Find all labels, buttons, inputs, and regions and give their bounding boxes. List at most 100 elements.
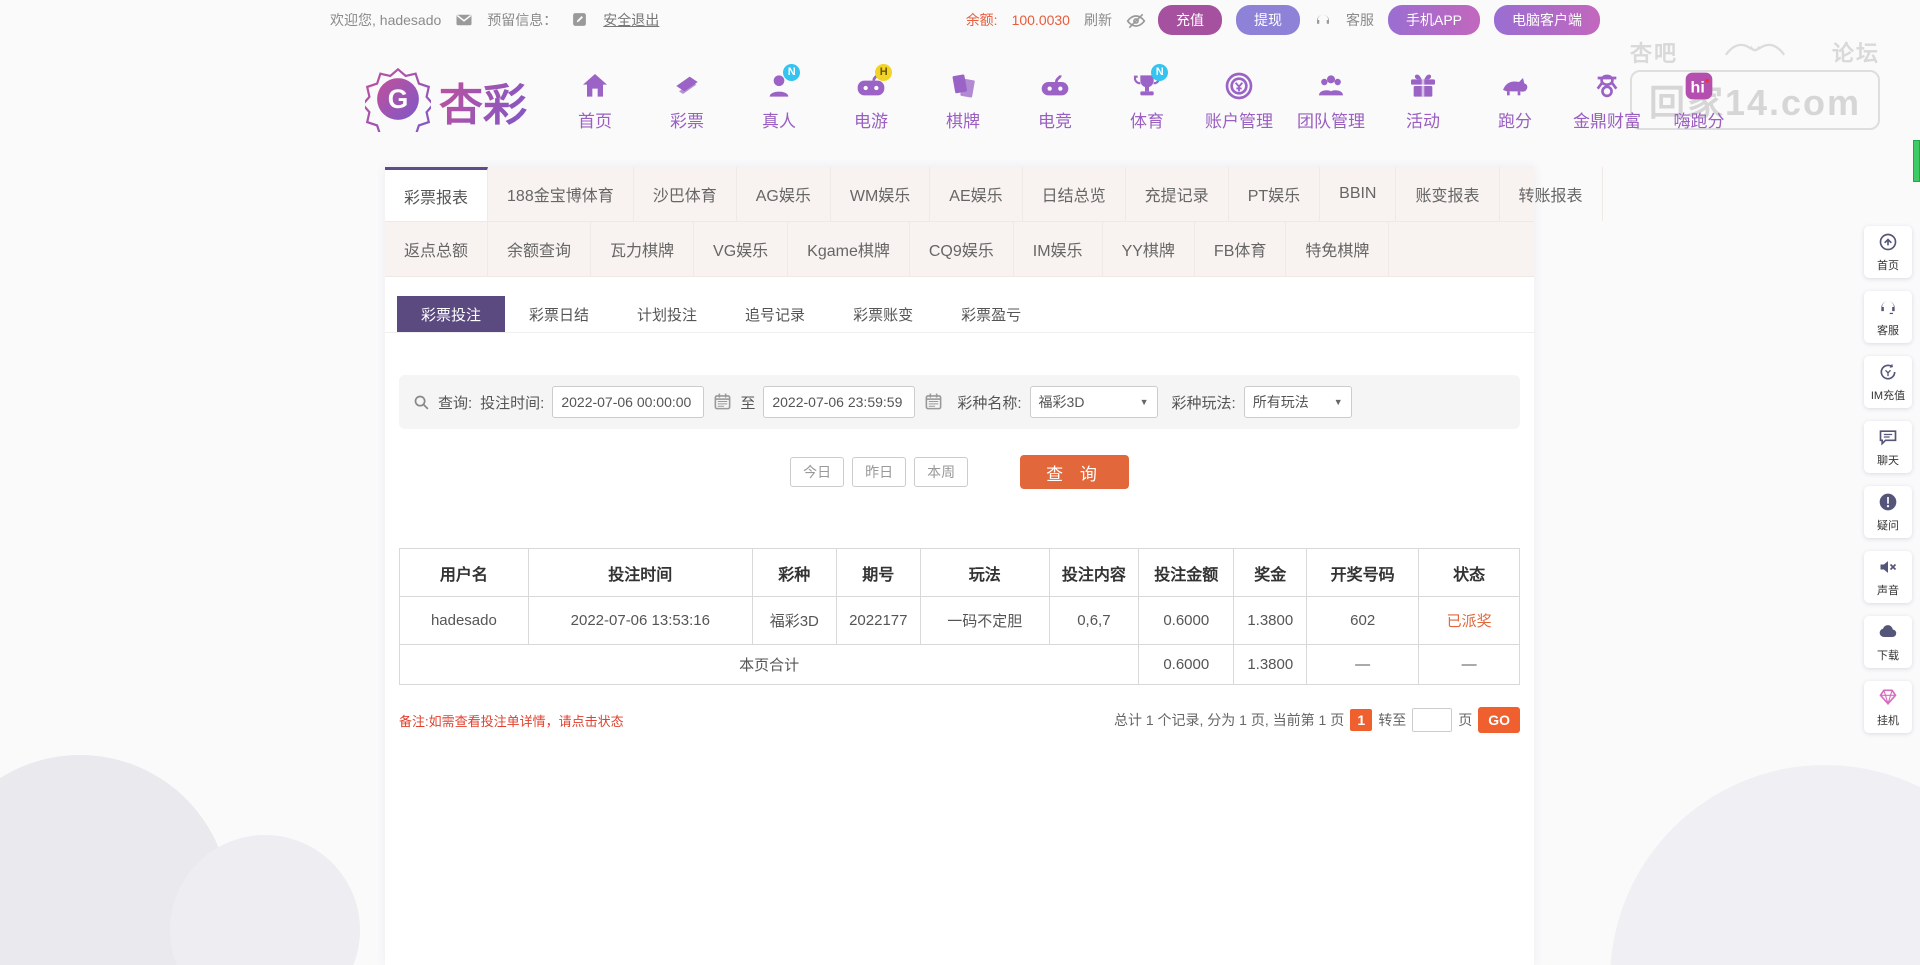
tab-188bet-sports[interactable]: 188金宝博体育 xyxy=(488,167,634,221)
balance-label: 余额: xyxy=(965,12,998,28)
subtab-plan-bets[interactable]: 计划投注 xyxy=(613,296,721,332)
float-item-question[interactable]: 疑问 xyxy=(1864,486,1912,538)
nav-item-team[interactable]: 团队管理 xyxy=(1289,70,1373,132)
nav-item-esports[interactable]: 电竞 xyxy=(1013,70,1097,132)
arrow-up-circle-icon xyxy=(1878,233,1898,256)
cell-bet-time: 2022-07-06 13:53:16 xyxy=(527,596,753,645)
goto-label: 转至 xyxy=(1378,712,1407,728)
float-item-home[interactable]: 首页 xyxy=(1864,226,1912,278)
chevron-down-icon: ▼ xyxy=(1139,397,1149,407)
col-bet-content: 投注内容 xyxy=(1048,548,1140,597)
eye-off-icon[interactable] xyxy=(1126,11,1146,29)
goto-page-input[interactable] xyxy=(1412,708,1453,732)
pagination: 总计 1 个记录, 分为 1 页, 当前第 1 页 1 转至 页 GO xyxy=(1114,707,1520,733)
tab-temian-boardgames[interactable]: 特免棋牌 xyxy=(1286,222,1390,276)
mobile-app-button[interactable]: 手机APP xyxy=(1387,5,1480,35)
scroll-indicator[interactable] xyxy=(1913,140,1920,182)
summary-bet-total: 0.6000 xyxy=(1138,644,1235,685)
tab-balance-query[interactable]: 余额查询 xyxy=(488,222,592,276)
nav-item-lottery[interactable]: 彩票 xyxy=(645,70,729,132)
query-button[interactable]: 查 询 xyxy=(1020,455,1129,489)
float-item-hangup[interactable]: 挂机 xyxy=(1864,681,1912,733)
nav-label: 跑分 xyxy=(1498,112,1532,131)
tab-yy-boardgames[interactable]: YY棋牌 xyxy=(1103,222,1195,276)
float-item-chat[interactable]: 聊天 xyxy=(1864,421,1912,473)
pc-client-button[interactable]: 电脑客户端 xyxy=(1494,5,1600,35)
subtab-lottery-profit-loss[interactable]: 彩票盈亏 xyxy=(937,296,1045,332)
subtab-lottery-daily[interactable]: 彩票日结 xyxy=(505,296,613,332)
nav-label: 账户管理 xyxy=(1205,112,1273,131)
calendar-icon[interactable] xyxy=(923,392,943,412)
recharge-button[interactable]: 充值 xyxy=(1157,5,1222,35)
edit-pencil-icon[interactable] xyxy=(571,11,589,29)
yesterday-button[interactable]: 昨日 xyxy=(852,457,907,487)
tab-bbin[interactable]: BBIN xyxy=(1320,167,1397,221)
tab-wm[interactable]: WM娱乐 xyxy=(831,167,931,221)
tab-rebate-total[interactable]: 返点总额 xyxy=(385,222,489,276)
logout-link[interactable]: 安全退出 xyxy=(603,10,659,30)
lottery-subnav: 彩票投注 彩票日结 计划投注 追号记录 彩票账变 彩票盈亏 xyxy=(385,296,1534,333)
this-week-button[interactable]: 本周 xyxy=(914,457,969,487)
tab-ag[interactable]: AG娱乐 xyxy=(737,167,831,221)
site-logo[interactable]: G 杏彩 xyxy=(361,66,527,141)
tab-lottery-report[interactable]: 彩票报表 xyxy=(385,167,489,221)
nav-item-live[interactable]: N 真人 xyxy=(737,64,821,132)
today-button[interactable]: 今日 xyxy=(790,457,845,487)
nav-item-wealth[interactable]: 金鼎财富 xyxy=(1565,70,1649,132)
envelope-icon[interactable] xyxy=(455,11,473,29)
reserved-info-label: 预留信息： xyxy=(487,12,558,28)
tab-vg[interactable]: VG娱乐 xyxy=(694,222,789,276)
float-label: 下载 xyxy=(1877,650,1899,662)
play-type-select[interactable]: 所有玩法 ▼ xyxy=(1243,386,1352,418)
tab-account-change-report[interactable]: 账变报表 xyxy=(1396,167,1500,221)
service-label[interactable]: 客服 xyxy=(1346,10,1374,30)
lottery-select-value: 福彩3D xyxy=(1038,394,1085,410)
tab-im[interactable]: IM娱乐 xyxy=(1014,222,1103,276)
tab-cq9[interactable]: CQ9娱乐 xyxy=(910,222,1014,276)
nav-item-boardgames[interactable]: 棋牌 xyxy=(921,70,1005,132)
tab-fb-sports[interactable]: FB体育 xyxy=(1195,222,1287,276)
tab-daily-overview[interactable]: 日结总览 xyxy=(1023,167,1126,221)
float-label: IM充值 xyxy=(1870,390,1906,402)
col-bet-time: 投注时间 xyxy=(527,548,753,597)
subtab-chase-records[interactable]: 追号记录 xyxy=(721,296,829,332)
tab-wali-boardgames[interactable]: 瓦力棋牌 xyxy=(591,222,695,276)
float-item-download[interactable]: 下载 xyxy=(1864,616,1912,668)
nav-item-sports[interactable]: N 体育 xyxy=(1105,64,1189,132)
nav-item-home[interactable]: 首页 xyxy=(553,70,637,132)
float-item-im-recharge[interactable]: IM充值 xyxy=(1864,356,1912,408)
subtab-lottery-bets[interactable]: 彩票投注 xyxy=(397,296,506,332)
refresh-link[interactable]: 刷新 xyxy=(1084,10,1112,30)
lottery-select[interactable]: 福彩3D ▼ xyxy=(1029,386,1158,418)
tab-deposit-withdraw-records[interactable]: 充提记录 xyxy=(1126,167,1229,221)
col-draw-number: 开奖号码 xyxy=(1306,548,1420,597)
float-item-service[interactable]: 客服 xyxy=(1864,291,1912,343)
tab-transfer-report[interactable]: 转账报表 xyxy=(1500,167,1603,221)
nav-label: 金鼎财富 xyxy=(1573,112,1641,131)
status-badge[interactable]: 已派奖 xyxy=(1418,596,1520,645)
nav-item-paofen[interactable]: 跑分 xyxy=(1473,70,1557,132)
cell-lottery: 福彩3D xyxy=(751,596,837,645)
headset-icon xyxy=(1878,301,1898,321)
tab-pt[interactable]: PT娱乐 xyxy=(1229,167,1321,221)
tripod-icon xyxy=(1591,74,1623,106)
col-play: 玩法 xyxy=(919,548,1050,597)
go-button[interactable]: GO xyxy=(1478,707,1520,733)
current-page-badge[interactable]: 1 xyxy=(1350,709,1373,731)
nav-item-slots[interactable]: H 电游 xyxy=(829,64,913,132)
nav-item-hipaofen[interactable]: hi 嗨跑分 xyxy=(1657,70,1741,132)
subtab-lottery-account-change[interactable]: 彩票账变 xyxy=(829,296,937,332)
calendar-icon[interactable] xyxy=(712,392,732,412)
time-from-input[interactable] xyxy=(552,386,705,418)
tab-kgame[interactable]: Kgame棋牌 xyxy=(788,222,910,276)
summary-dash: — xyxy=(1418,644,1520,685)
float-item-sound[interactable]: 声音 xyxy=(1864,551,1912,603)
nav-item-account[interactable]: 账户管理 xyxy=(1197,70,1281,132)
tab-ae[interactable]: AE娱乐 xyxy=(930,167,1023,221)
time-to-input[interactable] xyxy=(763,386,916,418)
nav-item-promotions[interactable]: 活动 xyxy=(1381,70,1465,132)
float-label: 客服 xyxy=(1877,325,1899,337)
tab-saba-sports[interactable]: 沙巴体育 xyxy=(634,167,737,221)
withdraw-button[interactable]: 提现 xyxy=(1235,5,1300,35)
home-icon xyxy=(579,74,611,106)
